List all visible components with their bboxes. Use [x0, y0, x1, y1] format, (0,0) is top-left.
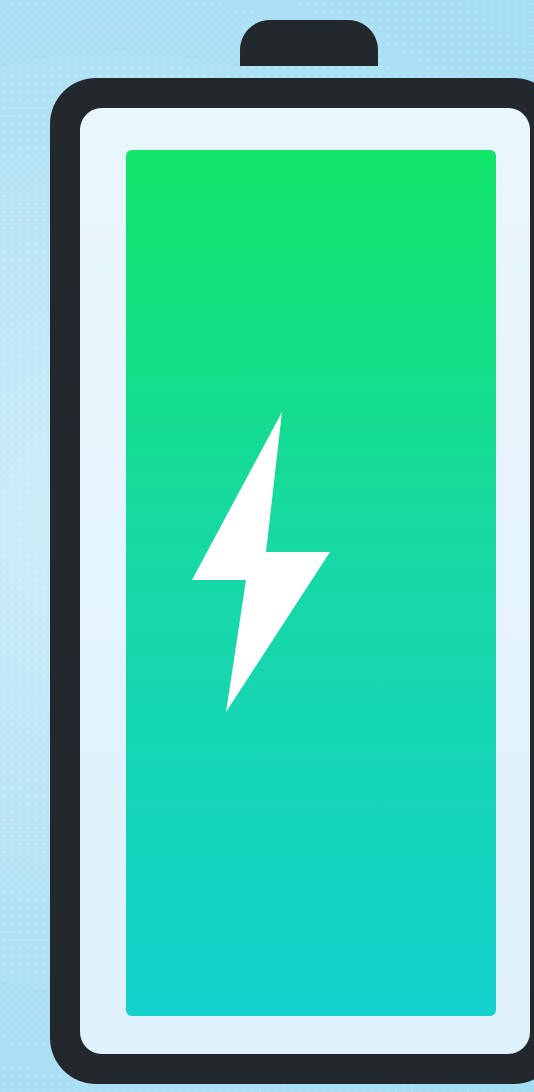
lightning-bolt-icon: [192, 412, 330, 712]
battery-terminal-cap: [240, 20, 378, 66]
